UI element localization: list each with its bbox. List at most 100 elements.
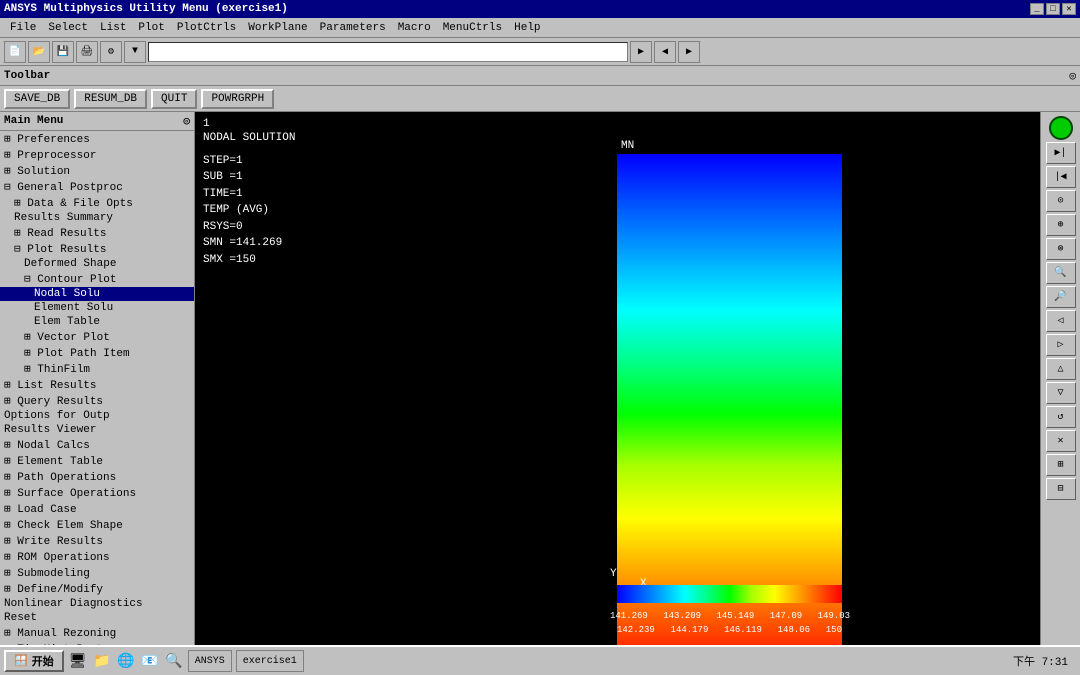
menu-workplane[interactable]: WorkPlane	[242, 20, 313, 36]
step-label: STEP=1	[203, 153, 295, 170]
sidebar-item-rom-operations[interactable]: ⊞ ROM Operations	[0, 549, 194, 565]
minimize-button[interactable]: _	[1030, 3, 1044, 15]
sidebar-item-results-summary[interactable]: Results Summary	[0, 211, 194, 225]
menu-macro[interactable]: Macro	[392, 20, 437, 36]
sidebar-item-nodal-calcs[interactable]: ⊞ Nodal Calcs	[0, 437, 194, 453]
powrgrph-button[interactable]: POWRGRPH	[201, 89, 274, 109]
rt-btn-11[interactable]: ✕	[1046, 430, 1076, 452]
menu-menuctrls[interactable]: MenuCtrls	[437, 20, 508, 36]
sidebar-item-data-file-opts[interactable]: ⊞ Data & File Opts	[0, 195, 194, 211]
save-icon[interactable]: 💾	[52, 41, 74, 63]
taskbar-app-ansys[interactable]: ANSYS	[188, 650, 232, 672]
taskbar-icon-2[interactable]: 📁	[92, 651, 112, 671]
taskbar-icon-5[interactable]: 🔍	[164, 651, 184, 671]
sidebar-item-load-case[interactable]: ⊞ Load Case	[0, 501, 194, 517]
sidebar-item-surface-operations[interactable]: ⊞ Surface Operations	[0, 485, 194, 501]
rt-btn-13[interactable]: ⊟	[1046, 478, 1076, 500]
sidebar-item-manual-rezoning[interactable]: ⊞ Manual Rezoning	[0, 625, 194, 641]
sidebar-item-write-results[interactable]: ⊞ Write Results	[0, 533, 194, 549]
sidebar-item-element-table[interactable]: ⊞ Element Table	[0, 453, 194, 469]
sidebar-item-nodal-solu[interactable]: Nodal Solu	[0, 287, 194, 301]
save-db-button[interactable]: SAVE_DB	[4, 89, 70, 109]
main-content: Main Menu ◎ ⊞ Preferences ⊞ Preprocessor…	[0, 112, 1080, 645]
close-button[interactable]: ✕	[1062, 3, 1076, 15]
rt-btn-7[interactable]: ▷	[1046, 334, 1076, 356]
sidebar-item-list-results[interactable]: ⊞ List Results	[0, 377, 194, 393]
new-file-icon[interactable]: 📄	[4, 41, 26, 63]
open-icon[interactable]: 📂	[28, 41, 50, 63]
cb-label-3b: 146.119	[724, 625, 762, 635]
mn-label: MN	[621, 140, 634, 152]
rt-btn-3[interactable]: ⊙	[1046, 190, 1076, 212]
filter-icon[interactable]: ▼	[124, 41, 146, 63]
sidebar-item-contour-plot[interactable]: ⊟ Contour Plot	[0, 271, 194, 287]
rt-btn-4[interactable]: ⊕	[1046, 214, 1076, 236]
command-input[interactable]	[148, 42, 628, 62]
cb-label-2b: 144.179	[671, 625, 709, 635]
sidebar-item-element-solu[interactable]: Element Solu	[0, 301, 194, 315]
rt-btn-5[interactable]: ⊗	[1046, 238, 1076, 260]
start-button[interactable]: 🪟 开始	[4, 650, 64, 672]
taskbar-app-exercise[interactable]: exercise1	[236, 650, 304, 672]
sidebar-item-solution[interactable]: ⊞ Solution	[0, 163, 194, 179]
rt-btn-zoom-out[interactable]: 🔎	[1046, 286, 1076, 308]
sidebar-item-vector-plot[interactable]: ⊞ Vector Plot	[0, 329, 194, 345]
run-icon[interactable]: ▶	[630, 41, 652, 63]
taskbar-icon-3[interactable]: 🌐	[116, 651, 136, 671]
viz-area: 1 NODAL SOLUTION STEP=1 SUB =1 TIME=1 TE…	[195, 112, 1040, 645]
sidebar-item-options-for-outp[interactable]: Options for Outp	[0, 409, 194, 423]
sidebar-item-path-operations[interactable]: ⊞ Path Operations	[0, 469, 194, 485]
y-axis-label: Y	[610, 568, 617, 580]
sidebar-item-nonlinear-diagnostics[interactable]: Nonlinear Diagnostics	[0, 597, 194, 611]
sidebar-item-preprocessor[interactable]: ⊞ Preprocessor	[0, 147, 194, 163]
quit-button[interactable]: QUIT	[151, 89, 197, 109]
forward-icon[interactable]: ▶	[678, 41, 700, 63]
sidebar-item-define-modify[interactable]: ⊞ Define/Modify	[0, 581, 194, 597]
sidebar-item-query-results[interactable]: ⊞ Query Results	[0, 393, 194, 409]
toolbar-label: Toolbar	[4, 70, 50, 82]
sidebar-item-deformed-shape[interactable]: Deformed Shape	[0, 257, 194, 271]
sidebar-item-general-postproc[interactable]: ⊟ General Postproc	[0, 179, 194, 195]
taskbar-icon-4[interactable]: 📧	[140, 651, 160, 671]
print-icon[interactable]: 🖨	[76, 41, 98, 63]
cb-label-5a: 149.03	[818, 611, 850, 621]
time-label: TIME=1	[203, 186, 295, 203]
menu-select[interactable]: Select	[42, 20, 94, 36]
menu-plot[interactable]: Plot	[132, 20, 170, 36]
sidebar-item-results-viewer[interactable]: Results Viewer	[0, 423, 194, 437]
cb-label-5b: 150	[826, 625, 842, 635]
rt-btn-2[interactable]: |◀	[1046, 166, 1076, 188]
maximize-button[interactable]: □	[1046, 3, 1060, 15]
back-icon[interactable]: ◀	[654, 41, 676, 63]
menu-file[interactable]: File	[4, 20, 42, 36]
smx-label: SMX =150	[203, 252, 295, 269]
rt-btn-10[interactable]: ↺	[1046, 406, 1076, 428]
sidebar-item-check-elem-shape[interactable]: ⊞ Check Elem Shape	[0, 517, 194, 533]
menu-parameters[interactable]: Parameters	[314, 20, 392, 36]
sidebar-item-preferences[interactable]: ⊞ Preferences	[0, 131, 194, 147]
menu-list[interactable]: List	[94, 20, 132, 36]
resum-db-button[interactable]: RESUM_DB	[74, 89, 147, 109]
rt-btn-8[interactable]: △	[1046, 358, 1076, 380]
sidebar-item-read-results[interactable]: ⊞ Read Results	[0, 225, 194, 241]
sidebar-item-plot-results[interactable]: ⊟ Plot Results	[0, 241, 194, 257]
sidebar-item-reset[interactable]: Reset	[0, 611, 194, 625]
rt-btn-12[interactable]: ⊞	[1046, 454, 1076, 476]
menu-plotctrls[interactable]: PlotCtrls	[171, 20, 242, 36]
sidebar-item-thinfilm[interactable]: ⊞ ThinFilm	[0, 361, 194, 377]
colorbar-labels-row1: 141.269 143.209 145.149 147.09 149.03	[610, 611, 850, 621]
sidebar-item-submodeling[interactable]: ⊞ Submodeling	[0, 565, 194, 581]
rt-btn-9[interactable]: ▽	[1046, 382, 1076, 404]
menu-help[interactable]: Help	[508, 20, 546, 36]
rt-btn-6[interactable]: ◁	[1046, 310, 1076, 332]
sidebar-item-elem-table[interactable]: Elem Table	[0, 315, 194, 329]
rt-btn-1[interactable]: ▶|	[1046, 142, 1076, 164]
taskbar-icon-1[interactable]: 🖥	[68, 651, 88, 671]
sidebar-item-plot-path-item[interactable]: ⊞ Plot Path Item	[0, 345, 194, 361]
rt-btn-zoom-in[interactable]: 🔍	[1046, 262, 1076, 284]
toolbar-collapse-icon[interactable]: ◎	[1069, 69, 1076, 83]
viz-info-labels: NODAL SOLUTION STEP=1 SUB =1 TIME=1 TEMP…	[203, 130, 295, 268]
sidebar-item-timehist-postpro[interactable]: ⊞ TimeHist Postpro	[0, 641, 194, 645]
settings-icon[interactable]: ⚙	[100, 41, 122, 63]
sidebar-collapse-icon[interactable]: ◎	[183, 114, 190, 128]
